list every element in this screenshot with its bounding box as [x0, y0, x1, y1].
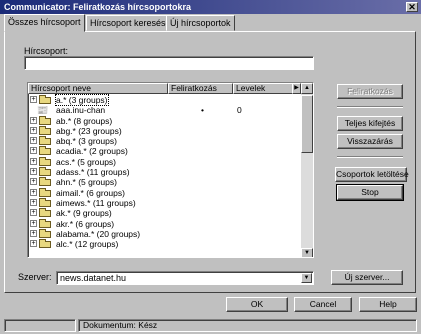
list-item[interactable]: + ahn.* (5 groups)	[28, 177, 303, 187]
collapse-button[interactable]: Visszazárás	[337, 134, 403, 149]
newsgroup-list[interactable]: Hírcsoport neve Feliratkozás Levelek ▶ +…	[27, 82, 314, 258]
list-item[interactable]: + abg.* (23 groups)	[28, 125, 303, 136]
chevron-down-icon[interactable]: ▼	[301, 273, 312, 283]
stop-button[interactable]: Stop	[336, 184, 404, 201]
tab-all-newsgroups[interactable]: Összes hírcsoport	[4, 14, 85, 32]
close-icon[interactable]: ✕	[406, 2, 418, 12]
scroll-up-icon[interactable]: ▲	[301, 83, 313, 94]
server-select[interactable]: news.datanet.hu ▼	[56, 271, 314, 285]
cancel-button[interactable]: Cancel	[294, 297, 352, 312]
folder-icon	[39, 167, 51, 177]
status-cell	[4, 319, 76, 332]
folder-icon	[39, 115, 51, 125]
folder-icon	[39, 208, 51, 218]
expand-icon[interactable]: +	[30, 147, 37, 155]
expand-icon[interactable]: +	[30, 209, 37, 217]
expand-icon[interactable]: +	[30, 157, 37, 165]
tab-new-newsgroups[interactable]: Új hírcsoportok	[166, 15, 235, 31]
folder-icon	[39, 146, 51, 156]
list-rows: + a.* (3 groups) 📰 aaa.inu-chan • 0 + ab…	[28, 94, 303, 249]
expand-icon[interactable]: +	[30, 240, 37, 248]
folder-icon	[39, 156, 51, 166]
server-value: news.datanet.hu	[60, 273, 127, 283]
folder-icon	[39, 177, 51, 187]
column-header-subscribed[interactable]: Feliratkozás	[168, 83, 233, 94]
list-item[interactable]: + acs.* (5 groups)	[28, 156, 303, 167]
folder-icon	[39, 125, 51, 135]
list-item[interactable]: + akr.* (6 groups)	[28, 218, 303, 229]
expand-icon[interactable]: +	[30, 219, 37, 227]
download-groups-button[interactable]: Csoportok letöltése	[335, 167, 409, 182]
folder-icon	[39, 95, 51, 104]
server-label: Szerver:	[18, 272, 52, 282]
subscribed-marker[interactable]: •	[201, 105, 204, 115]
list-item[interactable]: + ak.* (9 groups)	[28, 208, 303, 218]
column-header-name[interactable]: Hírcsoport neve	[28, 83, 168, 94]
folder-icon	[39, 228, 51, 238]
list-item[interactable]: + alabama.* (20 groups)	[28, 228, 303, 239]
list-item[interactable]: + aimews.* (11 groups)	[28, 197, 303, 208]
title-bar: Communicator: Feliratkozás hírcsoportokr…	[0, 0, 421, 14]
list-item[interactable]: + adass.* (11 groups)	[28, 167, 303, 177]
list-item[interactable]: + alc.* (12 groups)	[28, 239, 303, 249]
expand-icon[interactable]: +	[30, 188, 37, 196]
list-item[interactable]: + abq.* (3 groups)	[28, 136, 303, 146]
help-button[interactable]: Help	[359, 297, 417, 312]
list-scrollbar[interactable]: ▲ ▼	[301, 83, 313, 257]
folder-icon	[39, 187, 51, 197]
list-item[interactable]: + ab.* (8 groups)	[28, 115, 303, 126]
expand-icon[interactable]: +	[30, 137, 37, 145]
list-header: Hírcsoport neve Feliratkozás Levelek	[28, 83, 303, 94]
list-item[interactable]: + a.* (3 groups)	[28, 94, 303, 106]
newsgroup-icon: 📰	[37, 105, 49, 116]
list-item[interactable]: + aimail.* (6 groups)	[28, 187, 303, 198]
list-item[interactable]: + acadia.* (2 groups)	[28, 146, 303, 156]
scroll-thumb[interactable]	[301, 95, 313, 153]
scroll-down-icon[interactable]: ▼	[301, 248, 313, 257]
header-scroll-right-icon[interactable]: ▶	[292, 83, 301, 94]
separator	[337, 106, 403, 108]
expand-icon[interactable]: +	[30, 229, 37, 237]
status-text: Dokumentum: Kész	[78, 319, 417, 332]
expand-icon[interactable]: +	[30, 126, 37, 134]
expand-icon[interactable]: +	[30, 116, 37, 124]
window-title: Communicator: Feliratkozás hírcsoportokr…	[4, 2, 192, 12]
list-item[interactable]: 📰 aaa.inu-chan • 0	[28, 105, 303, 115]
expand-icon[interactable]: +	[30, 168, 37, 176]
subscribe-button[interactable]: Feliratkozás	[337, 84, 403, 99]
folder-icon	[39, 136, 51, 146]
expand-icon[interactable]: +	[30, 178, 37, 186]
expand-icon[interactable]: +	[30, 198, 37, 206]
tab-search-newsgroups[interactable]: Hírcsoport keresése	[86, 15, 175, 31]
folder-icon	[39, 239, 51, 249]
newsgroup-filter-input[interactable]	[24, 56, 314, 70]
folder-icon	[39, 218, 51, 228]
expand-all-button[interactable]: Teljes kifejtés	[337, 116, 403, 131]
message-count: 0	[237, 105, 242, 116]
filter-label: Hírcsoport:	[24, 46, 69, 56]
expand-icon[interactable]: +	[30, 96, 37, 103]
folder-icon	[39, 197, 51, 207]
separator	[337, 156, 403, 158]
ok-button[interactable]: OK	[226, 297, 288, 312]
new-server-button[interactable]: Új szerver...	[331, 270, 403, 285]
